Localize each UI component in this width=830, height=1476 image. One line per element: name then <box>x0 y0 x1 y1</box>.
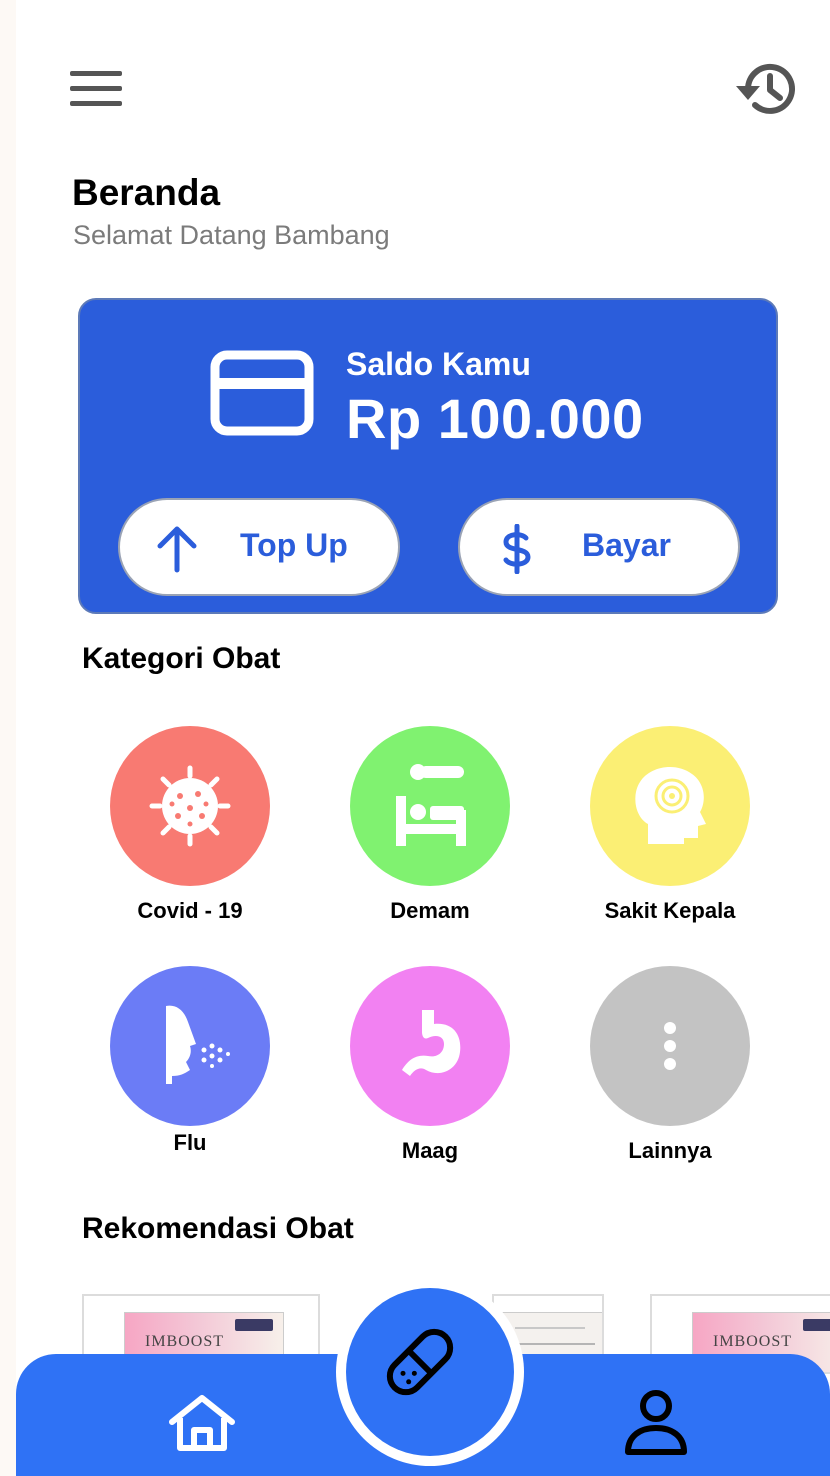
fever-bed-icon <box>350 726 510 886</box>
hamburger-menu-icon[interactable] <box>68 68 124 108</box>
welcome-subtitle: Selamat Datang Bambang <box>73 220 390 250</box>
product-brand: IMBOOST <box>713 1333 793 1350</box>
recommendation-section-title: Rekomendasi Obat <box>82 1212 354 1245</box>
headache-icon <box>590 726 750 886</box>
pay-label: Bayar <box>582 527 671 563</box>
category-label: Flu <box>173 1130 207 1155</box>
home-icon[interactable] <box>166 1392 238 1454</box>
dollar-icon <box>494 523 540 575</box>
pill-capsule-icon <box>386 1328 454 1396</box>
product-brand: IMBOOST <box>145 1333 225 1350</box>
arrow-up-icon <box>154 524 200 574</box>
category-label: Demam <box>390 898 470 923</box>
top-up-button[interactable]: Top Up <box>118 498 400 596</box>
category-label: Maag <box>401 1138 459 1163</box>
more-vertical-icon <box>590 966 750 1126</box>
balance-value: Rp 100.000 <box>346 387 644 450</box>
category-section-title: Kategori Obat <box>82 642 281 675</box>
sneeze-icon <box>110 966 270 1126</box>
balance-label: Saldo Kamu <box>346 346 531 382</box>
history-icon[interactable] <box>734 58 800 120</box>
pay-button[interactable]: Bayar <box>458 498 740 596</box>
home-screen: Beranda Selamat Datang Bambang Saldo Kam… <box>16 0 830 1476</box>
balance-card: Saldo Kamu Rp 100.000 Top Up Bayar <box>78 298 778 614</box>
stomach-icon <box>350 966 510 1126</box>
user-icon[interactable] <box>620 1386 692 1460</box>
virus-icon <box>110 726 270 886</box>
category-label: Lainnya <box>628 1138 712 1163</box>
credit-card-icon <box>210 350 314 436</box>
top-up-label: Top Up <box>240 527 348 563</box>
page-title: Beranda <box>72 172 221 213</box>
category-label: Sakit Kepala <box>604 898 736 923</box>
medicine-fab-button[interactable] <box>336 1278 524 1466</box>
category-label: Covid - 19 <box>137 898 243 923</box>
